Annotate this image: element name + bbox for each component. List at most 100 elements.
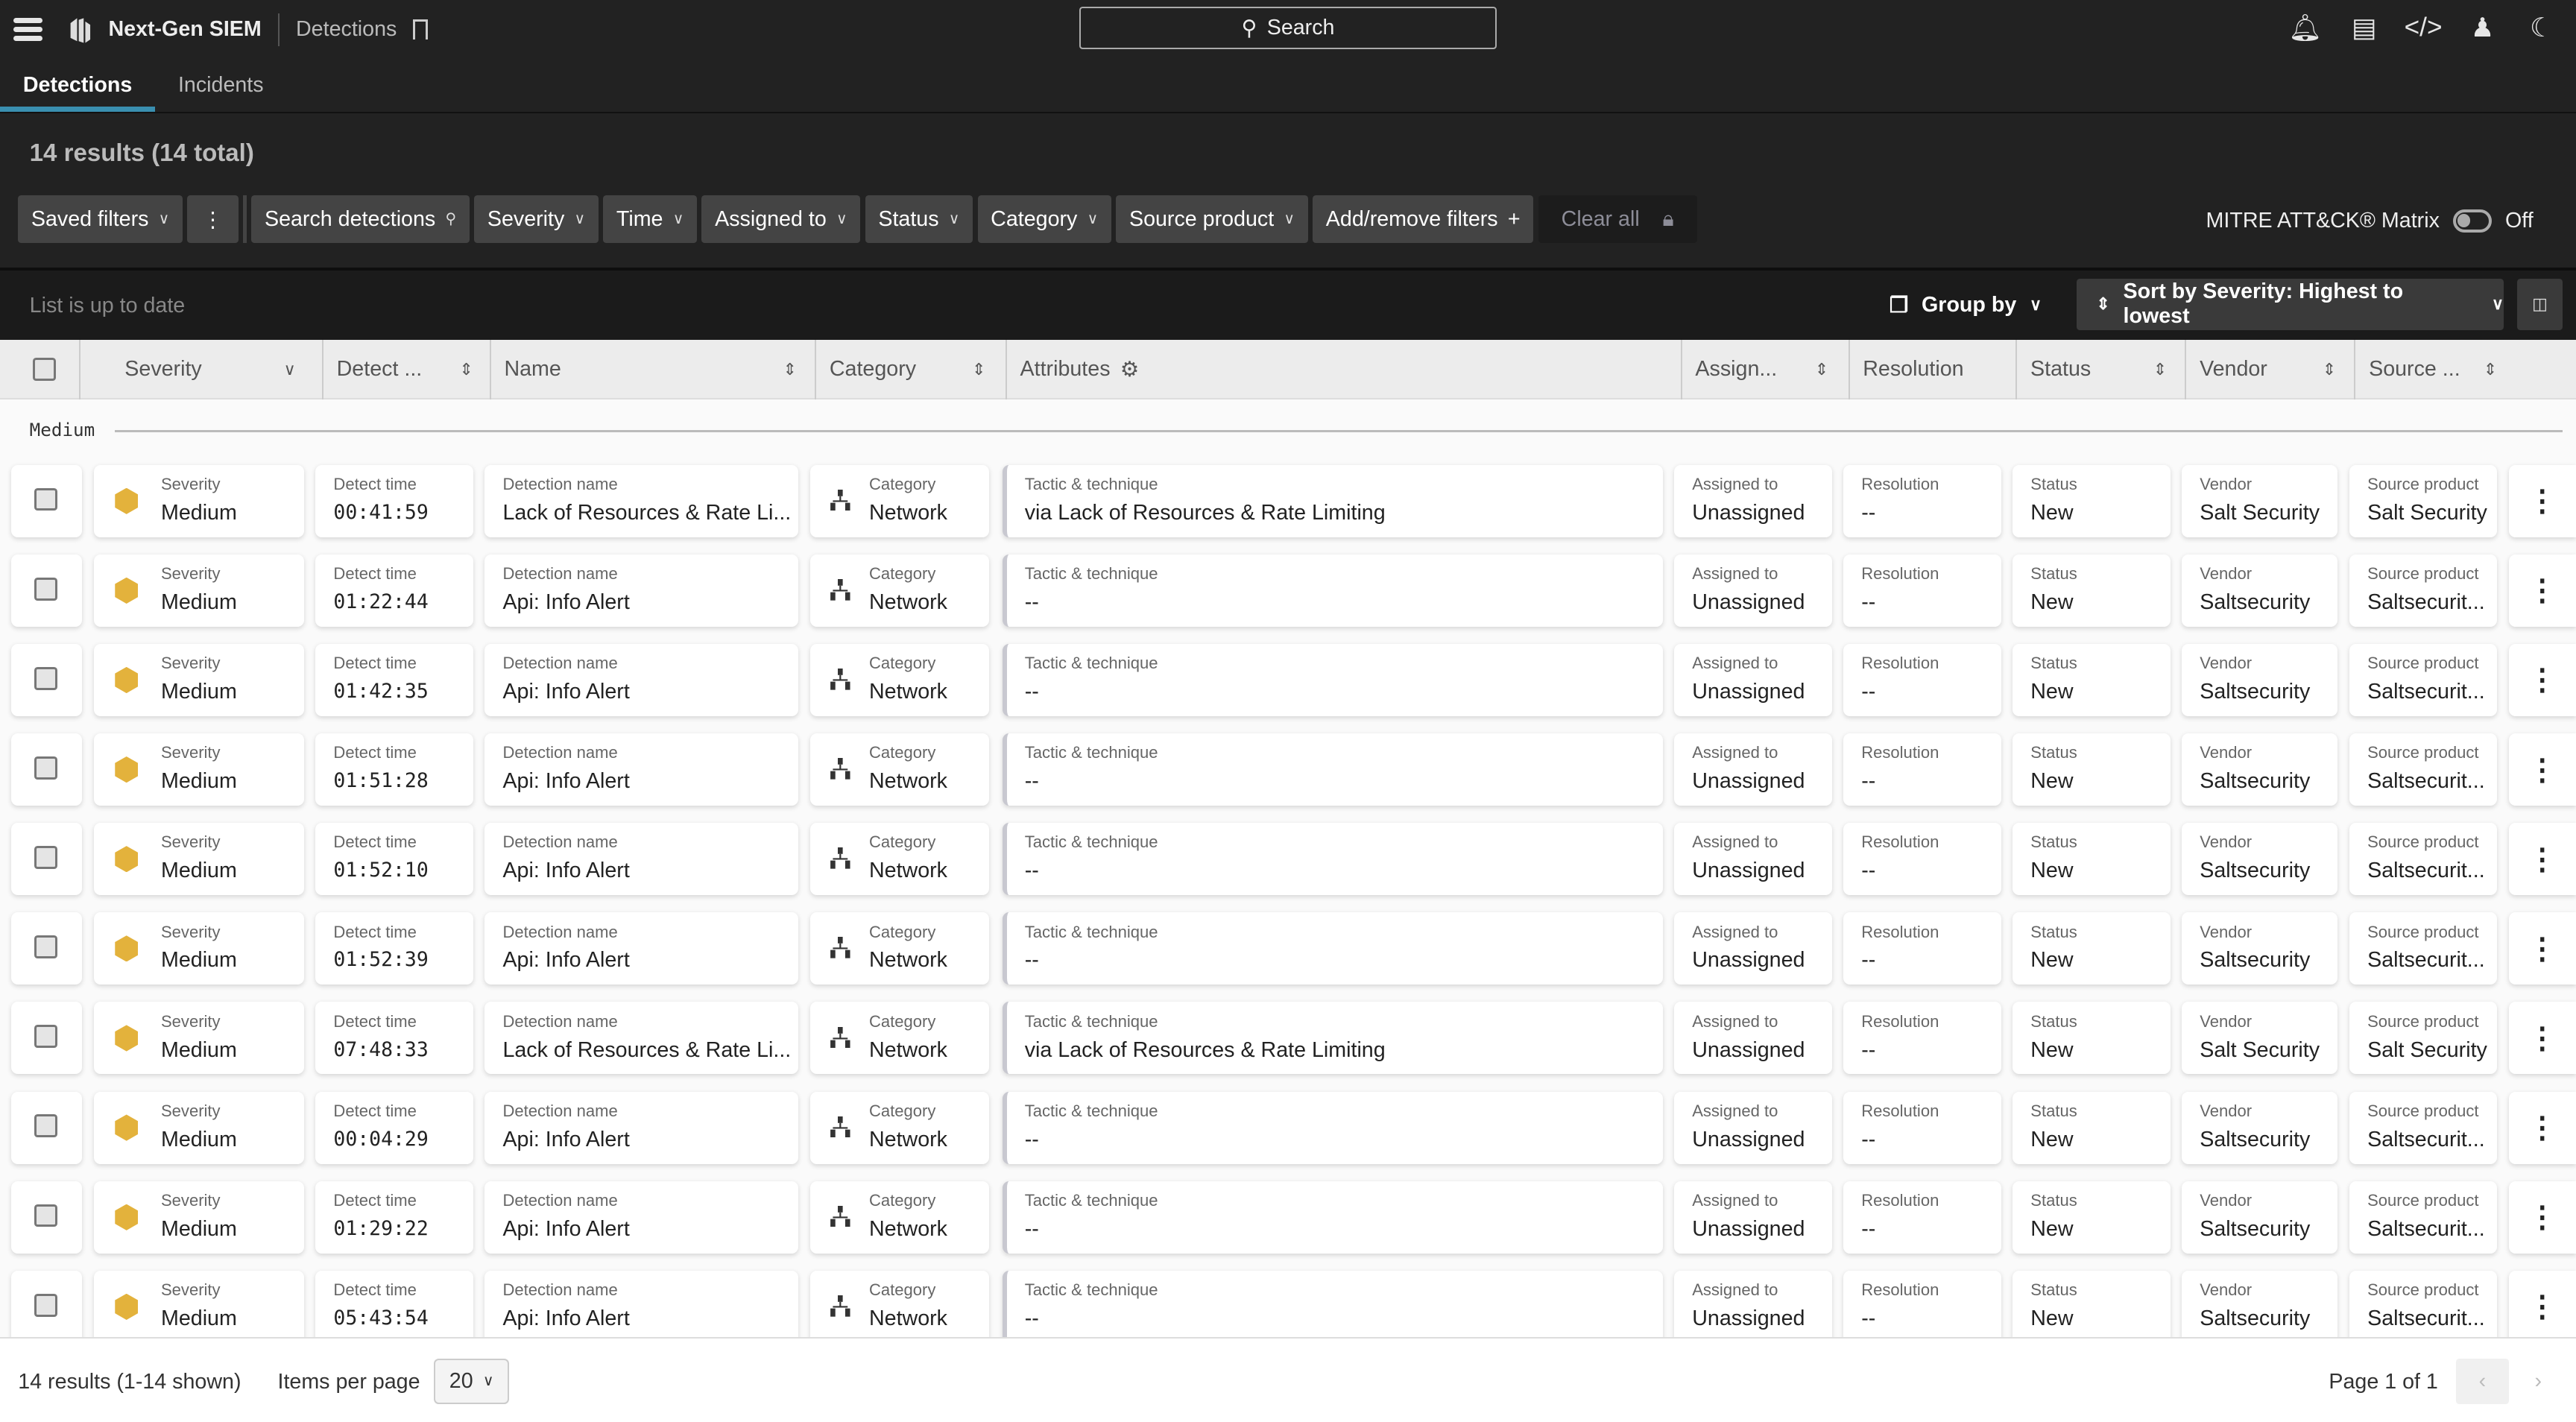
- resolution-cell[interactable]: Resolution --: [1843, 733, 2001, 806]
- add-remove-filters-button[interactable]: Add/remove filters +: [1313, 195, 1534, 243]
- detect-time-cell[interactable]: Detect time 01:52:10: [315, 823, 473, 896]
- row-checkbox[interactable]: [11, 733, 83, 806]
- resolution-cell[interactable]: Resolution --: [1843, 823, 2001, 896]
- assigned-cell[interactable]: Assigned to Unassigned: [1673, 644, 1832, 716]
- severity-cell[interactable]: Severity Medium: [93, 1002, 304, 1075]
- detect-time-cell[interactable]: Detect time 01:42:35: [315, 644, 473, 716]
- resolution-cell[interactable]: Resolution --: [1843, 554, 2001, 627]
- column-resolution[interactable]: Resolution: [1848, 340, 2012, 399]
- filter-assigned-to[interactable]: Assigned to ∨: [701, 195, 861, 243]
- row-actions-icon[interactable]: ⋮: [2508, 733, 2576, 806]
- severity-cell[interactable]: Severity Medium: [93, 1091, 304, 1164]
- filter-severity[interactable]: Severity ∨: [474, 195, 599, 243]
- global-search[interactable]: ⚲ Search: [1079, 6, 1497, 50]
- column-severity[interactable]: Severity ∨: [78, 340, 309, 399]
- items-per-page-select[interactable]: 20 ∨: [433, 1358, 510, 1405]
- source-product-cell[interactable]: Source product Saltsecurit...: [2349, 1270, 2498, 1338]
- column-settings-icon[interactable]: ◫: [2516, 279, 2563, 330]
- category-cell[interactable]: Category Network: [809, 644, 989, 716]
- bookmark-icon[interactable]: [413, 19, 429, 40]
- source-product-cell[interactable]: Source product Saltsecurit...: [2349, 1181, 2498, 1254]
- vendor-cell[interactable]: Vendor Saltsecurity: [2182, 733, 2338, 806]
- filter-status[interactable]: Status ∨: [865, 195, 973, 243]
- source-product-cell[interactable]: Source product Saltsecurit...: [2349, 1091, 2498, 1164]
- category-cell[interactable]: Category Network: [809, 733, 989, 806]
- row-checkbox[interactable]: [11, 1270, 83, 1338]
- tactic-cell[interactable]: Tactic & technique --: [1002, 554, 1663, 627]
- vendor-cell[interactable]: Vendor Salt Security: [2182, 1002, 2338, 1075]
- severity-cell[interactable]: Severity Medium: [93, 644, 304, 716]
- column-attributes[interactable]: Attributes ⚙: [1005, 340, 1679, 399]
- resolution-cell[interactable]: Resolution --: [1843, 1002, 2001, 1075]
- severity-cell[interactable]: Severity Medium: [93, 823, 304, 896]
- row-checkbox[interactable]: [11, 554, 83, 627]
- tactic-cell[interactable]: Tactic & technique --: [1002, 1270, 1663, 1338]
- resolution-cell[interactable]: Resolution --: [1843, 464, 2001, 537]
- status-cell[interactable]: Status New: [2012, 1181, 2171, 1254]
- vendor-cell[interactable]: Vendor Saltsecurity: [2182, 1270, 2338, 1338]
- tactic-cell[interactable]: Tactic & technique --: [1002, 644, 1663, 716]
- column-source[interactable]: Source ... ⇕: [2354, 340, 2510, 399]
- severity-cell[interactable]: Severity Medium: [93, 733, 304, 806]
- assigned-cell[interactable]: Assigned to Unassigned: [1673, 1181, 1832, 1254]
- table-row[interactable]: Severity Medium Detect time 01:52:10 Detecti…: [0, 823, 2576, 896]
- assigned-cell[interactable]: Assigned to Unassigned: [1673, 733, 1832, 806]
- vendor-cell[interactable]: Vendor Saltsecurity: [2182, 912, 2338, 985]
- tactic-cell[interactable]: Tactic & technique --: [1002, 1181, 1663, 1254]
- row-checkbox[interactable]: [11, 464, 83, 537]
- category-cell[interactable]: Category Network: [809, 823, 989, 896]
- status-cell[interactable]: Status New: [2012, 912, 2171, 985]
- row-actions-icon[interactable]: ⋮: [2508, 1002, 2576, 1075]
- row-actions-icon[interactable]: ⋮: [2508, 1091, 2576, 1164]
- detection-name-cell[interactable]: Detection name Lack of Resources & Rate L…: [484, 464, 799, 537]
- detection-name-cell[interactable]: Detection name Api: Info Alert: [484, 1181, 799, 1254]
- table-row[interactable]: Severity Medium Detect time 07:48:33 Detecti…: [0, 1002, 2576, 1075]
- row-actions-icon[interactable]: ⋮: [2508, 1181, 2576, 1254]
- category-cell[interactable]: Category Network: [809, 1091, 989, 1164]
- code-icon[interactable]: </>: [2405, 13, 2443, 43]
- detect-time-cell[interactable]: Detect time 01:52:39: [315, 912, 473, 985]
- table-row[interactable]: Severity Medium Detect time 01:42:35 Detecti…: [0, 644, 2576, 716]
- status-cell[interactable]: Status New: [2012, 823, 2171, 896]
- severity-cell[interactable]: Severity Medium: [93, 464, 304, 537]
- vendor-cell[interactable]: Vendor Saltsecurity: [2182, 1181, 2338, 1254]
- assigned-cell[interactable]: Assigned to Unassigned: [1673, 1091, 1832, 1164]
- table-row[interactable]: Severity Medium Detect time 01:29:22 Detecti…: [0, 1181, 2576, 1254]
- table-row[interactable]: Severity Medium Detect time 01:52:39 Detecti…: [0, 912, 2576, 985]
- detect-time-cell[interactable]: Detect time 01:22:44: [315, 554, 473, 627]
- search-detections-input[interactable]: Search detections ⚲: [251, 195, 470, 243]
- column-assigned[interactable]: Assign... ⇕: [1680, 340, 1842, 399]
- next-page-button[interactable]: ›: [2512, 1358, 2565, 1405]
- row-actions-icon[interactable]: ⋮: [2508, 644, 2576, 716]
- assigned-cell[interactable]: Assigned to Unassigned: [1673, 1002, 1832, 1075]
- detection-name-cell[interactable]: Detection name Api: Info Alert: [484, 1270, 799, 1338]
- row-checkbox[interactable]: [11, 912, 83, 985]
- category-cell[interactable]: Category Network: [809, 912, 989, 985]
- category-cell[interactable]: Category Network: [809, 554, 989, 627]
- detection-name-cell[interactable]: Detection name Api: Info Alert: [484, 554, 799, 627]
- assigned-cell[interactable]: Assigned to Unassigned: [1673, 554, 1832, 627]
- menu-icon[interactable]: [13, 18, 43, 42]
- row-checkbox[interactable]: [11, 1002, 83, 1075]
- assigned-cell[interactable]: Assigned to Unassigned: [1673, 912, 1832, 985]
- severity-cell[interactable]: Severity Medium: [93, 554, 304, 627]
- moon-icon[interactable]: ☾: [2527, 13, 2557, 43]
- clear-all-button[interactable]: Clear all 🔒︎: [1538, 195, 1697, 243]
- row-actions-icon[interactable]: ⋮: [2508, 1270, 2576, 1338]
- table-row[interactable]: Severity Medium Detect time 05:43:54 Detecti…: [0, 1270, 2576, 1338]
- row-actions-icon[interactable]: ⋮: [2508, 823, 2576, 896]
- resolution-cell[interactable]: Resolution --: [1843, 644, 2001, 716]
- vendor-cell[interactable]: Vendor Saltsecurity: [2182, 823, 2338, 896]
- tactic-cell[interactable]: Tactic & technique --: [1002, 1091, 1663, 1164]
- detection-name-cell[interactable]: Detection name Api: Info Alert: [484, 823, 799, 896]
- detection-name-cell[interactable]: Detection name Api: Info Alert: [484, 912, 799, 985]
- tactic-cell[interactable]: Tactic & technique --: [1002, 912, 1663, 985]
- tab-detections[interactable]: Detections: [0, 59, 157, 112]
- category-cell[interactable]: Category Network: [809, 464, 989, 537]
- tactic-cell[interactable]: Tactic & technique --: [1002, 823, 1663, 896]
- select-all-checkbox[interactable]: [0, 340, 79, 399]
- more-options-button[interactable]: ⋮: [187, 195, 239, 243]
- user-icon[interactable]: ♟: [2468, 13, 2498, 43]
- table-row[interactable]: Severity Medium Detect time 01:51:28 Detecti…: [0, 733, 2576, 806]
- detections-list[interactable]: Medium Severity Medium Detect time 00:41:59…: [0, 399, 2576, 1338]
